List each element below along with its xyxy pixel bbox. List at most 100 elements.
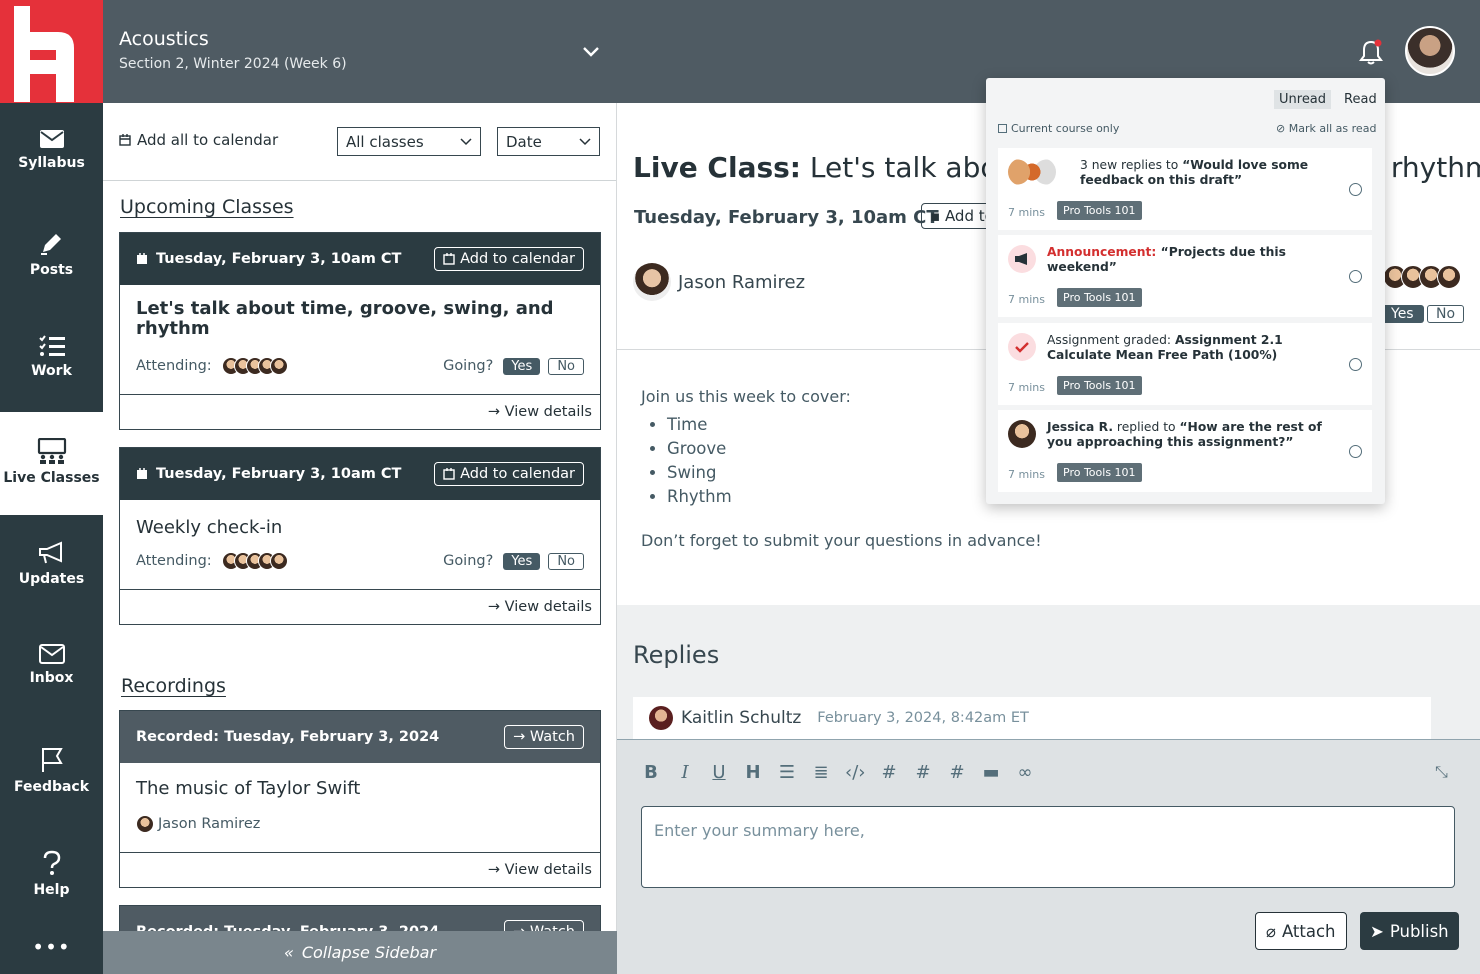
class-title[interactable]: Weekly check-in (136, 518, 584, 538)
nav-help[interactable]: Help (0, 824, 103, 927)
user-avatar[interactable] (1405, 26, 1455, 76)
host-name[interactable]: Jason Ramirez (678, 272, 805, 293)
topic-item: Swing (667, 461, 851, 485)
attach-button[interactable]: ⌀ Attach (1255, 912, 1347, 950)
nav-work[interactable]: Work (0, 309, 103, 412)
chevron-down-icon[interactable] (580, 40, 602, 62)
bold-icon[interactable]: B (641, 762, 661, 783)
more-menu-icon[interactable]: ••• (0, 935, 103, 959)
sort-select[interactable]: Date (497, 127, 600, 156)
bullet-list-icon[interactable]: ☰ (777, 762, 797, 783)
link-icon[interactable]: ∞ (1015, 762, 1035, 783)
going-no-button[interactable]: No (548, 357, 584, 375)
calendar-icon (137, 253, 147, 264)
reply-item[interactable]: Kaitlin Schultz February 3, 2024, 8:42am… (633, 697, 1431, 739)
mark-read-radio[interactable] (1349, 445, 1362, 458)
paperclip-icon: ⌀ (1266, 921, 1276, 941)
nav-updates[interactable]: Updates (0, 515, 103, 618)
filter-bar: Add all to calendar All classes Date (103, 103, 616, 181)
send-icon: ➤ (1370, 921, 1384, 941)
card-body: Weekly check-in Attending: Going? Yes No (120, 500, 600, 590)
folder-icon[interactable]: ▬ (981, 762, 1001, 783)
notification-item[interactable]: Announcement: “Projects due this weekend… (998, 235, 1372, 317)
view-details-link[interactable]: → View details (120, 395, 600, 429)
tab-read[interactable]: Read (1339, 90, 1382, 109)
avatar-stack (1008, 158, 1056, 186)
going-no-button[interactable]: No (548, 552, 584, 570)
course-tag[interactable]: Pro Tools 101 (1057, 288, 1142, 307)
calendar-icon (443, 253, 455, 265)
calendar-icon: ▪ (930, 207, 945, 225)
hash-icon[interactable]: # (947, 762, 967, 783)
mark-all-read-button[interactable]: ⊘ Mark all as read (1276, 122, 1376, 135)
publish-label: Publish (1389, 921, 1449, 941)
nav-posts[interactable]: Posts (0, 206, 103, 309)
hash-icon[interactable]: # (879, 762, 899, 783)
attach-label: Attach (1281, 921, 1336, 941)
nav-live-classes[interactable]: Live Classes (0, 412, 103, 515)
bell-icon[interactable] (1358, 38, 1384, 66)
add-to-calendar-label: Add to calendar (460, 251, 575, 267)
going-yes-button[interactable]: Yes (1381, 305, 1424, 323)
card-body: Let's talk about time, groove, swing, an… (120, 285, 600, 395)
notifications-popover: Unread Read Current course only ⊘ Mark a… (986, 78, 1385, 504)
mark-read-radio[interactable] (1349, 183, 1362, 196)
notification-item[interactable]: Jessica R. replied to “How are the rest … (998, 410, 1372, 492)
going-yes-button[interactable]: Yes (503, 552, 541, 570)
course-tag[interactable]: Pro Tools 101 (1057, 463, 1142, 482)
tab-unread[interactable]: Unread (1274, 90, 1332, 109)
calendar-icon (119, 134, 131, 146)
summary-input[interactable]: Enter your summary here, (641, 806, 1455, 888)
notification-item[interactable]: Assignment graded: Assignment 2.1 Calcul… (998, 323, 1372, 405)
double-chevron-left-icon: « (283, 943, 294, 962)
add-to-calendar-button[interactable]: Add to calendar (434, 247, 584, 271)
recording-title[interactable]: The music of Taylor Swift (136, 779, 584, 799)
numbered-list-icon[interactable]: ≣ (811, 762, 831, 783)
description-intro: Join us this week to cover: (641, 387, 851, 406)
going-no-button[interactable]: No (1427, 305, 1465, 323)
underline-icon[interactable]: U (709, 762, 729, 783)
heading-icon[interactable]: H (743, 762, 763, 783)
collapse-editor-icon[interactable]: ⤡ (1435, 762, 1448, 782)
class-title[interactable]: Let's talk about time, groove, swing, an… (136, 299, 584, 339)
italic-icon[interactable]: I (675, 762, 695, 783)
reply-avatar (649, 706, 673, 730)
notification-item[interactable]: 3 new replies to “Would love some feedba… (998, 148, 1372, 230)
nav-label: Live Classes (3, 470, 100, 486)
mark-read-radio[interactable] (1349, 270, 1362, 283)
hash-icon[interactable]: # (913, 762, 933, 783)
nav-syllabus[interactable]: Syllabus (0, 103, 103, 206)
user-avatar (1008, 420, 1036, 448)
calendar-icon (137, 468, 147, 479)
brand-logo[interactable] (0, 0, 103, 103)
view-details-link[interactable]: → View details (120, 590, 600, 624)
course-title[interactable]: Acoustics (119, 28, 209, 50)
code-icon[interactable]: ‹/› (845, 762, 865, 783)
card-body: The music of Taylor Swift Jason Ramirez (120, 763, 600, 853)
publish-button[interactable]: ➤ Publish (1360, 912, 1459, 950)
nav-inbox[interactable]: Inbox (0, 618, 103, 721)
watch-button[interactable]: → Watch (504, 725, 584, 749)
course-tag[interactable]: Pro Tools 101 (1057, 376, 1142, 395)
nav-feedback[interactable]: Feedback (0, 721, 103, 824)
course-tag[interactable]: Pro Tools 101 (1057, 201, 1142, 220)
going-yes-button[interactable]: Yes (503, 357, 541, 375)
recordings-heading: Recordings (121, 675, 226, 697)
course-subtitle: Section 2, Winter 2024 (Week 6) (119, 56, 347, 72)
notification-text: Jessica R. replied to “How are the rest … (1047, 420, 1327, 450)
pencil-icon (40, 234, 61, 255)
add-to-calendar-button[interactable]: Add to calendar (434, 462, 584, 486)
mark-read-radio[interactable] (1349, 358, 1362, 371)
replies-heading: Replies (633, 641, 720, 669)
sort-select-value: Date (506, 132, 542, 151)
collapse-sidebar-button[interactable]: « Collapse Sidebar (103, 931, 617, 974)
envelope-icon (38, 644, 65, 664)
class-date: Tuesday, February 3, 10am CT (156, 251, 402, 267)
host-avatar (136, 815, 154, 833)
card-header: Tuesday, February 3, 10am CT Add to cale… (120, 448, 600, 500)
megaphone-icon (1008, 245, 1036, 273)
current-course-only-checkbox[interactable]: Current course only (998, 122, 1119, 135)
view-details-link[interactable]: → View details (120, 853, 600, 887)
classes-select[interactable]: All classes (337, 127, 481, 156)
add-all-to-calendar-button[interactable]: Add all to calendar (119, 131, 278, 149)
